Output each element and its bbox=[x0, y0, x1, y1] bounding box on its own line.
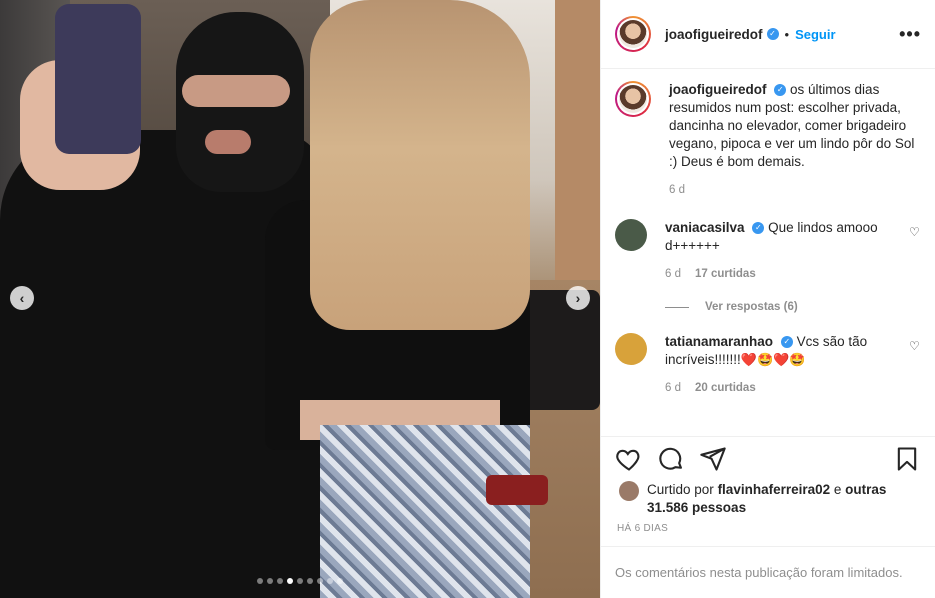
instagram-post: ‹ › joaofigueiredof ✓ • Seguir ••• joaof… bbox=[0, 0, 935, 598]
commenter-username[interactable]: vaniacasilva bbox=[665, 220, 745, 235]
post-media[interactable]: ‹ › bbox=[0, 0, 600, 598]
post-header: joaofigueiredof ✓ • Seguir ••• bbox=[601, 0, 935, 69]
comment-age: 6 d bbox=[665, 382, 681, 394]
comment-item: tatianamaranhao ✓ Vcs são tão incríveis!… bbox=[615, 333, 921, 397]
avatar-photo bbox=[619, 20, 647, 48]
comment-age: 6 d bbox=[665, 268, 681, 280]
comment-item: vaniacasilva ✓ Que lindos amooo d++++++ … bbox=[615, 219, 921, 283]
author-avatar[interactable] bbox=[615, 16, 651, 52]
paper-plane-icon[interactable] bbox=[699, 445, 727, 473]
red-wallet bbox=[486, 475, 548, 505]
post-timestamp[interactable]: HÁ 6 DIAS bbox=[601, 517, 935, 534]
carousel-dot bbox=[287, 578, 293, 584]
comments-limited-notice: Os comentários nesta publicação foram li… bbox=[601, 546, 935, 598]
carousel-dot bbox=[267, 578, 273, 584]
person-right-jeans bbox=[320, 425, 530, 598]
carousel-dot bbox=[337, 578, 343, 584]
verified-badge-icon: ✓ bbox=[752, 222, 765, 235]
post-sidebar: joaofigueiredof ✓ • Seguir ••• joaofigue… bbox=[600, 0, 935, 598]
person-right-hair bbox=[310, 0, 530, 330]
likes-prefix: Curtido por bbox=[647, 482, 714, 497]
view-replies-button[interactable]: Ver respostas (6) bbox=[665, 301, 921, 313]
caption-author-avatar[interactable] bbox=[615, 81, 651, 117]
background-door bbox=[555, 0, 600, 290]
caption: joaofigueiredof ✓ os últimos dias resumi… bbox=[615, 81, 921, 199]
commenter-avatar[interactable] bbox=[615, 333, 647, 365]
carousel-dot bbox=[297, 578, 303, 584]
comment-like-count[interactable]: 20 curtidas bbox=[695, 379, 756, 397]
comment-like-heart-icon[interactable]: ♡ bbox=[909, 333, 921, 397]
verified-badge-icon: ✓ bbox=[766, 28, 779, 40]
carousel-dot bbox=[317, 578, 323, 584]
likes-summary: Curtido por flavinhaferreira02 e outras … bbox=[601, 473, 935, 517]
heart-outline-icon[interactable] bbox=[615, 445, 643, 473]
verified-badge-icon: ✓ bbox=[780, 336, 793, 349]
header-separator: • bbox=[784, 26, 790, 42]
carousel-dot bbox=[327, 578, 333, 584]
carousel-dot bbox=[277, 578, 283, 584]
bookmark-icon[interactable] bbox=[893, 445, 921, 473]
liker-username[interactable]: flavinhaferreira02 bbox=[718, 482, 831, 497]
commenter-username[interactable]: tatianamaranhao bbox=[665, 334, 773, 349]
follow-button[interactable]: Seguir bbox=[795, 27, 835, 42]
carousel-dot bbox=[307, 578, 313, 584]
carousel-next-button[interactable]: › bbox=[566, 286, 590, 310]
carousel-dot bbox=[257, 578, 263, 584]
comment-like-heart-icon[interactable]: ♡ bbox=[909, 219, 921, 283]
smartphone bbox=[55, 4, 141, 154]
verified-badge-icon: ✓ bbox=[774, 84, 787, 97]
commenter-avatar[interactable] bbox=[615, 219, 647, 251]
balaclava-mouth-opening bbox=[205, 130, 251, 154]
caption-age: 6 d bbox=[669, 184, 685, 196]
comment-bubble-icon[interactable] bbox=[657, 445, 685, 473]
action-bar bbox=[601, 437, 935, 473]
carousel-indicator bbox=[0, 578, 600, 584]
balaclava-eye-opening bbox=[182, 75, 290, 107]
comment-emoji: ❤️🤩❤️🤩 bbox=[740, 352, 806, 367]
caption-username[interactable]: joaofigueiredof bbox=[669, 82, 767, 97]
carousel-prev-button[interactable]: ‹ bbox=[10, 286, 34, 310]
liker-avatar[interactable] bbox=[619, 481, 639, 501]
more-options-icon[interactable]: ••• bbox=[899, 24, 921, 45]
likes-conjunction: e bbox=[833, 482, 842, 497]
replies-divider bbox=[665, 306, 689, 308]
comment-like-count[interactable]: 17 curtidas bbox=[695, 265, 756, 283]
author-username[interactable]: joaofigueiredof bbox=[665, 27, 763, 42]
comments-section[interactable]: joaofigueiredof ✓ os últimos dias resumi… bbox=[601, 69, 935, 437]
